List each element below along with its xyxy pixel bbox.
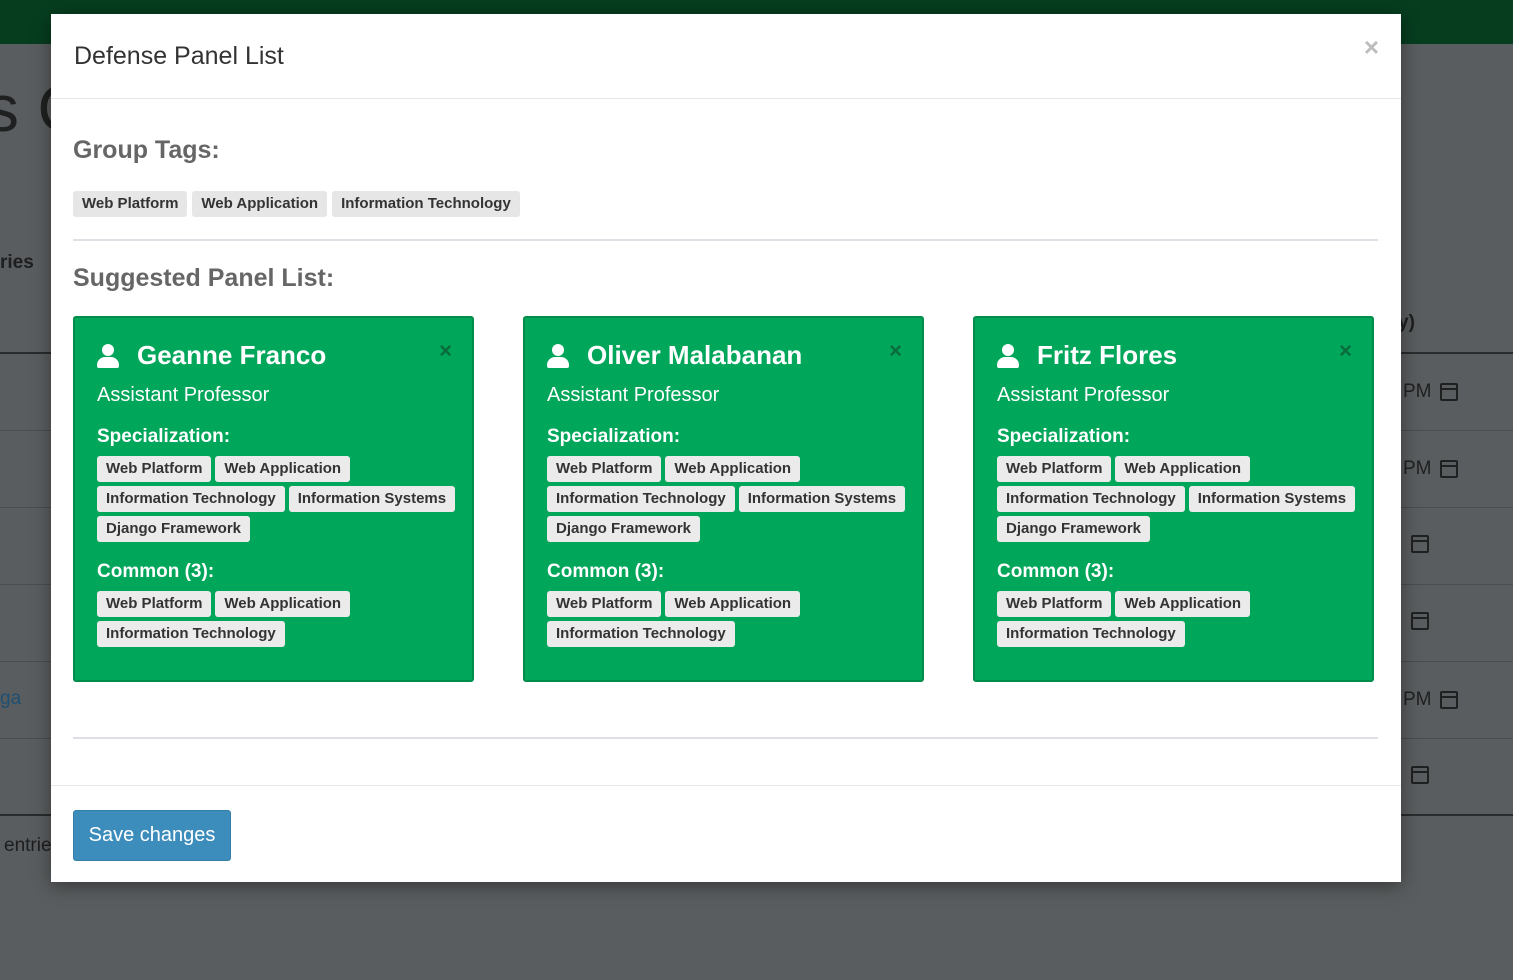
- tag: Information Systems: [738, 486, 906, 512]
- tag: Django Framework: [997, 516, 1151, 542]
- calendar-icon: [1439, 383, 1458, 401]
- remove-panelist-close-icon[interactable]: ×: [889, 340, 902, 362]
- tag: Web Application: [1115, 456, 1251, 482]
- modal-title: Defense Panel List: [74, 42, 284, 70]
- panelist-name: Oliver Malabanan: [587, 340, 803, 370]
- schedule-cell[interactable]: PM: [1403, 458, 1458, 480]
- schedule-cell[interactable]: [1403, 535, 1429, 553]
- calendar-add-icon: [1411, 612, 1429, 630]
- tag: Web Platform: [73, 191, 188, 217]
- user-icon: [97, 343, 119, 368]
- tag: Information Technology: [547, 621, 735, 647]
- tag: Information Systems: [1188, 486, 1356, 512]
- calendar-icon: [1439, 460, 1458, 478]
- specialization-label: Specialization:: [547, 426, 681, 447]
- suggested-panel-heading: Suggested Panel List:: [73, 264, 335, 292]
- group-tags: Web Platform Web Application Information…: [73, 191, 520, 217]
- tag: Web Application: [192, 191, 328, 217]
- tag: Web Application: [665, 456, 801, 482]
- panelist-header: Oliver Malabanan: [547, 340, 802, 371]
- tag: Web Application: [215, 591, 351, 617]
- tag: Web Platform: [547, 591, 662, 617]
- schedule-cell[interactable]: [1403, 766, 1429, 784]
- tag: Web Application: [665, 591, 801, 617]
- common-label: Common (3):: [547, 561, 665, 582]
- tag: Information Technology: [997, 486, 1185, 512]
- calendar-icon: [1439, 691, 1458, 709]
- specialization-tags: Web Platform Web Application Information…: [547, 456, 907, 542]
- panelist-card: Oliver Malabanan × Assistant Professor S…: [523, 316, 924, 682]
- modal-footer: Save changes: [51, 785, 1401, 883]
- common-tags: Web Platform Web Application Information…: [547, 591, 907, 647]
- panelist-role: Assistant Professor: [997, 384, 1170, 406]
- panelist-card: Geanne Franco × Assistant Professor Spec…: [73, 316, 474, 682]
- panelist-card: Fritz Flores × Assistant Professor Speci…: [973, 316, 1374, 682]
- common-tags: Web Platform Web Application Information…: [97, 591, 457, 647]
- defense-panel-modal: Defense Panel List × Group Tags: Web Pla…: [51, 14, 1401, 882]
- calendar-add-icon: [1411, 766, 1429, 784]
- panelist-header: Geanne Franco: [97, 340, 326, 371]
- table-info: entrie: [4, 835, 52, 856]
- remove-panelist-close-icon[interactable]: ×: [1339, 340, 1352, 362]
- common-tags: Web Platform Web Application Information…: [997, 591, 1357, 647]
- tag: Django Framework: [547, 516, 701, 542]
- tag: Information Technology: [97, 621, 285, 647]
- table-link[interactable]: ga: [0, 688, 21, 710]
- specialization-label: Specialization:: [997, 426, 1131, 447]
- user-icon: [547, 343, 569, 368]
- tag: Web Platform: [997, 591, 1112, 617]
- tag: Web Application: [1115, 591, 1251, 617]
- schedule-cell[interactable]: PM: [1403, 689, 1458, 711]
- tag: Information Technology: [547, 486, 735, 512]
- specialization-tags: Web Platform Web Application Information…: [97, 456, 457, 542]
- group-tags-heading: Group Tags:: [73, 136, 220, 164]
- specialization-label: Specialization:: [97, 426, 231, 447]
- tag: Information Technology: [332, 191, 520, 217]
- schedule-cell[interactable]: [1403, 612, 1429, 630]
- tag: Web Platform: [547, 456, 662, 482]
- common-label: Common (3):: [97, 561, 215, 582]
- tag: Information Systems: [288, 486, 456, 512]
- panelist-name: Fritz Flores: [1037, 340, 1178, 370]
- tag: Web Platform: [97, 456, 212, 482]
- tag: Information Technology: [97, 486, 285, 512]
- tag: Web Application: [215, 456, 351, 482]
- panelist-header: Fritz Flores: [997, 340, 1177, 371]
- close-icon[interactable]: ×: [1364, 34, 1379, 60]
- divider: [73, 239, 1378, 241]
- remove-panelist-close-icon[interactable]: ×: [439, 340, 452, 362]
- entries-label: ries: [0, 252, 34, 273]
- calendar-add-icon: [1411, 535, 1429, 553]
- panelist-name: Geanne Franco: [137, 340, 327, 370]
- panelist-role: Assistant Professor: [547, 384, 720, 406]
- tag: Information Technology: [997, 621, 1185, 647]
- divider: [73, 737, 1378, 739]
- user-icon: [997, 343, 1019, 368]
- tag: Web Platform: [997, 456, 1112, 482]
- common-label: Common (3):: [997, 561, 1115, 582]
- save-changes-button[interactable]: Save changes: [73, 810, 231, 861]
- panelist-role: Assistant Professor: [97, 384, 270, 406]
- modal-header: Defense Panel List ×: [51, 14, 1401, 99]
- specialization-tags: Web Platform Web Application Information…: [997, 456, 1357, 542]
- schedule-cell[interactable]: PM: [1403, 381, 1458, 403]
- tag: Web Platform: [97, 591, 212, 617]
- tag: Django Framework: [97, 516, 251, 542]
